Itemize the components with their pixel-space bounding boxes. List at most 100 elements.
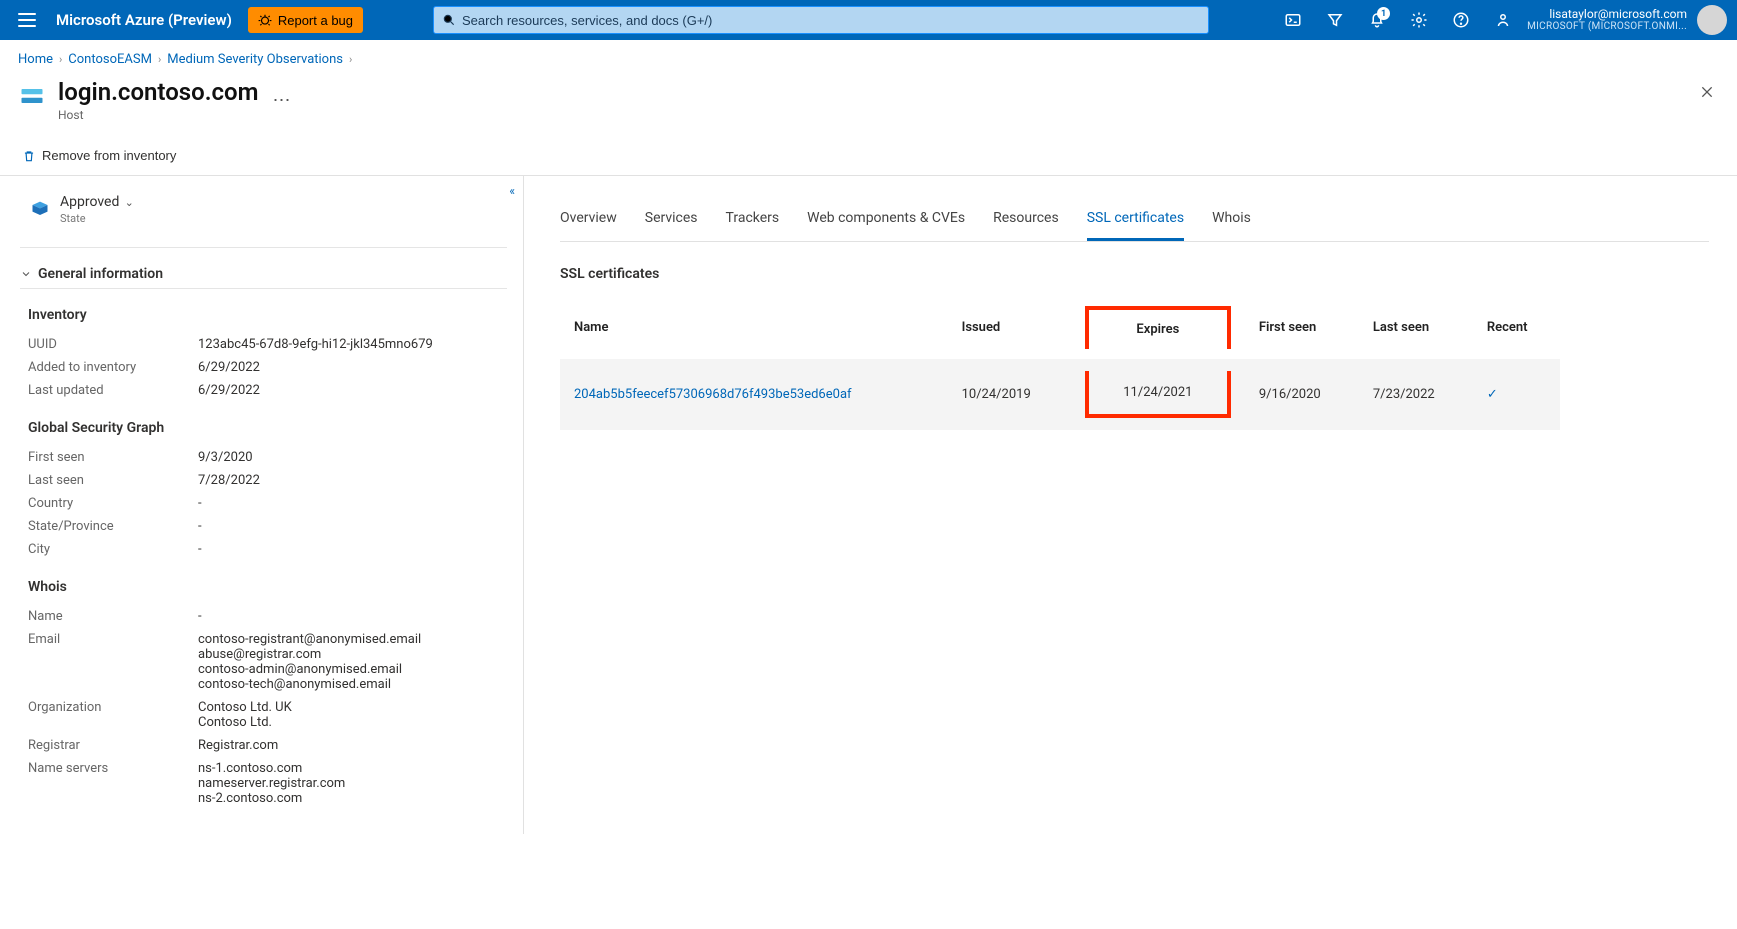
user-tenant: MICROSOFT (MICROSOFT.ONMI... — [1527, 21, 1687, 32]
cert-name-cell[interactable]: 204ab5b5feecef57306968d76f493be53ed6e0af — [560, 359, 948, 430]
cert-recent-cell: ✓ — [1473, 359, 1560, 430]
whois-registrar-label: Registrar — [28, 738, 198, 753]
report-bug-label: Report a bug — [278, 13, 353, 28]
approved-state-icon — [30, 200, 50, 220]
tab-sslcertificates[interactable]: SSL certificates — [1087, 200, 1184, 241]
search-input[interactable] — [462, 13, 1200, 28]
col-lastseen[interactable]: Last seen — [1359, 296, 1473, 359]
general-info-toggle[interactable]: General information — [20, 266, 507, 289]
city-label: City — [28, 542, 198, 557]
brand-label[interactable]: Microsoft Azure (Preview) — [56, 11, 232, 29]
whois-ns-label: Name servers — [28, 761, 198, 806]
country-label: Country — [28, 496, 198, 511]
more-actions-button[interactable]: ⋯ — [272, 90, 292, 111]
chevron-right-icon: › — [158, 53, 161, 66]
tab-overview[interactable]: Overview — [560, 200, 617, 241]
content-panel: Overview Services Trackers Web component… — [524, 176, 1737, 834]
chevron-right-icon: › — [349, 53, 352, 66]
table-row[interactable]: 204ab5b5feecef57306968d76f493be53ed6e0af… — [560, 359, 1560, 430]
tab-webcomponents[interactable]: Web components & CVEs — [807, 200, 965, 241]
bug-icon — [258, 13, 272, 27]
notification-badge: 1 — [1377, 7, 1390, 20]
collapse-panel-button[interactable]: « — [509, 184, 515, 198]
general-info-title: General information — [38, 266, 163, 282]
trash-icon — [22, 149, 36, 163]
directory-filter-icon[interactable] — [1321, 6, 1349, 34]
updated-label: Last updated — [28, 383, 198, 398]
last-seen-label: Last seen — [28, 473, 198, 488]
remove-label: Remove from inventory — [42, 148, 176, 163]
added-value: 6/29/2022 — [198, 360, 499, 375]
last-seen-value: 7/28/2022 — [198, 473, 499, 488]
notifications-icon[interactable]: 1 — [1363, 6, 1391, 34]
col-firstseen[interactable]: First seen — [1245, 296, 1359, 359]
stateprov-value: - — [198, 519, 499, 534]
cert-lastseen-cell: 7/23/2022 — [1359, 359, 1473, 430]
whois-email-label: Email — [28, 632, 198, 692]
col-name[interactable]: Name — [560, 296, 948, 359]
cert-firstseen-cell: 9/16/2020 — [1245, 359, 1359, 430]
chevron-right-icon: › — [59, 53, 62, 66]
close-icon — [1699, 84, 1715, 100]
updated-value: 6/29/2022 — [198, 383, 499, 398]
settings-icon[interactable] — [1405, 6, 1433, 34]
inventory-heading: Inventory — [28, 307, 499, 323]
ssl-certificates-table: Name Issued Expires First seen Last seen… — [560, 296, 1560, 430]
breadcrumb-observations[interactable]: Medium Severity Observations — [167, 52, 343, 67]
chevron-down-icon — [20, 268, 32, 280]
uuid-label: UUID — [28, 337, 198, 352]
tab-whois[interactable]: Whois — [1212, 200, 1251, 241]
first-seen-label: First seen — [28, 450, 198, 465]
state-dropdown[interactable]: Approved ⌄ State — [20, 188, 507, 239]
avatar — [1697, 5, 1727, 35]
gsg-heading: Global Security Graph — [28, 420, 499, 436]
whois-org-values: Contoso Ltd. UK Contoso Ltd. — [198, 700, 499, 730]
state-label: Approved — [60, 194, 119, 210]
city-value: - — [198, 542, 499, 557]
col-issued[interactable]: Issued — [948, 296, 1071, 359]
whois-name-value: - — [198, 609, 499, 624]
user-email: lisataylor@microsoft.com — [1527, 8, 1687, 21]
added-label: Added to inventory — [28, 360, 198, 375]
hamburger-menu[interactable] — [18, 13, 36, 27]
tab-strip: Overview Services Trackers Web component… — [560, 200, 1709, 242]
close-blade-button[interactable] — [1699, 84, 1715, 104]
help-icon[interactable] — [1447, 6, 1475, 34]
breadcrumb-workspace[interactable]: ContosoEASM — [68, 52, 152, 67]
country-value: - — [198, 496, 499, 511]
top-bar: Microsoft Azure (Preview) Report a bug 1… — [0, 0, 1737, 40]
account-menu[interactable]: lisataylor@microsoft.com MICROSOFT (MICR… — [1527, 5, 1727, 35]
page-title: login.contoso.com — [58, 78, 258, 106]
page-header: login.contoso.com Host ⋯ — [0, 78, 1737, 136]
first-seen-value: 9/3/2020 — [198, 450, 499, 465]
cloud-shell-icon[interactable] — [1279, 6, 1307, 34]
check-icon: ✓ — [1487, 387, 1498, 402]
command-bar: Remove from inventory — [0, 136, 1737, 176]
col-expires[interactable]: Expires — [1071, 296, 1245, 359]
remove-from-inventory-button[interactable]: Remove from inventory — [18, 144, 180, 167]
ssl-section-heading: SSL certificates — [560, 266, 1709, 282]
side-panel: « Approved ⌄ State General information I… — [0, 176, 524, 834]
tab-resources[interactable]: Resources — [993, 200, 1059, 241]
host-resource-icon — [18, 82, 46, 110]
global-search[interactable] — [433, 6, 1209, 34]
cert-expires-cell: 11/24/2021 — [1071, 359, 1245, 430]
breadcrumb-home[interactable]: Home — [18, 52, 53, 67]
whois-ns-values: ns-1.contoso.com nameserver.registrar.co… — [198, 761, 499, 806]
whois-org-label: Organization — [28, 700, 198, 730]
page-subtitle: Host — [58, 108, 258, 122]
cert-issued-cell: 10/24/2019 — [948, 359, 1071, 430]
uuid-value: 123abc45-67d8-9efg-hi12-jkl345mno679 — [198, 337, 499, 352]
breadcrumb: Home › ContosoEASM › Medium Severity Obs… — [0, 40, 1737, 78]
cert-name-link[interactable]: 204ab5b5feecef57306968d76f493be53ed6e0af — [574, 387, 852, 402]
table-header-row: Name Issued Expires First seen Last seen… — [560, 296, 1560, 359]
tab-trackers[interactable]: Trackers — [726, 200, 780, 241]
whois-name-label: Name — [28, 609, 198, 624]
report-bug-button[interactable]: Report a bug — [248, 7, 363, 33]
whois-heading: Whois — [28, 579, 499, 595]
search-icon — [442, 13, 456, 27]
tab-services[interactable]: Services — [645, 200, 698, 241]
col-recent[interactable]: Recent — [1473, 296, 1560, 359]
state-sublabel: State — [60, 212, 134, 225]
feedback-icon[interactable] — [1489, 6, 1517, 34]
